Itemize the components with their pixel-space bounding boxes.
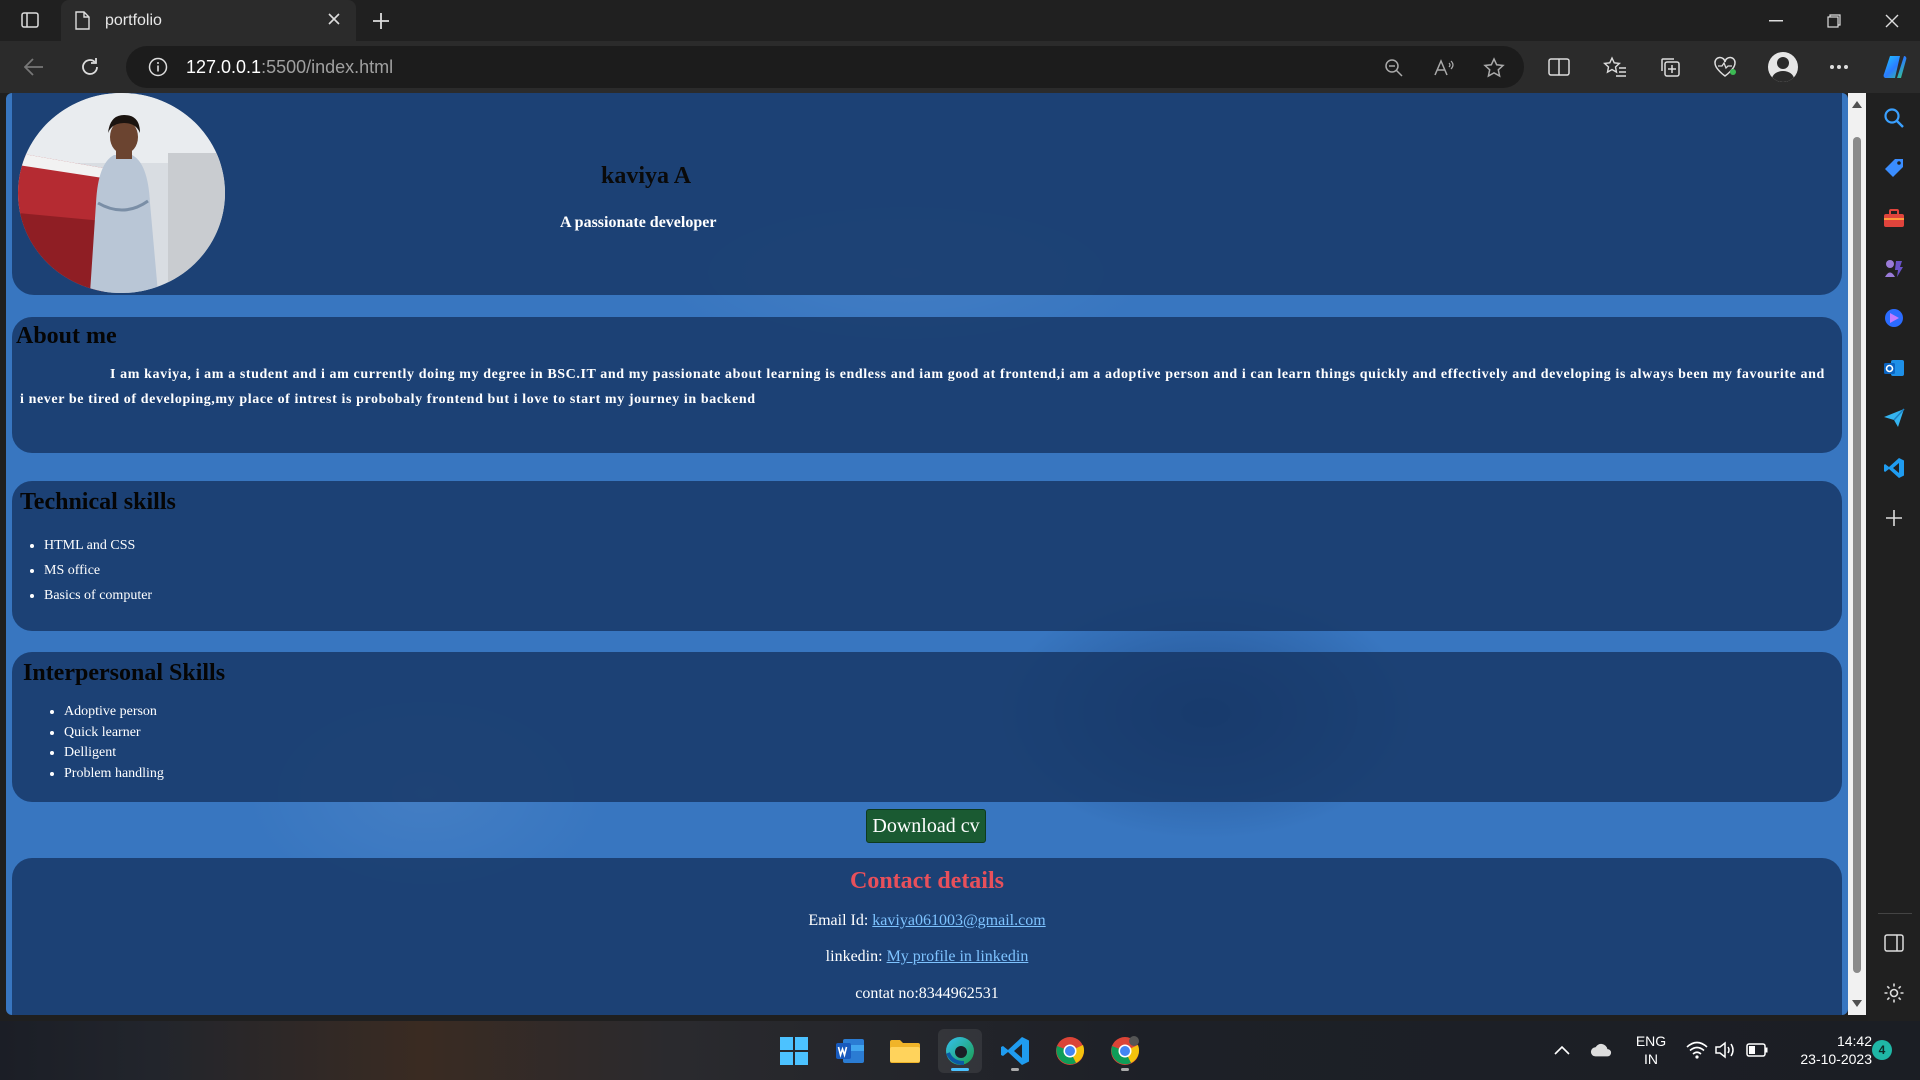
wifi-icon[interactable]: [1686, 1039, 1708, 1061]
skill-item: Problem handling: [64, 764, 164, 785]
url-path: :5500/index.html: [261, 57, 394, 77]
technical-skills-section: Technical skills HTML and CSS MS office …: [12, 481, 1842, 631]
header-section: kaviya A A passionate developer: [12, 93, 1842, 295]
phone-line: contat no:8344962531: [855, 985, 999, 1002]
linkedin-line: linkedin: My profile in linkedin: [12, 948, 1842, 966]
url-host: 127.0.0.1: [186, 57, 262, 77]
minimize-icon[interactable]: [1748, 0, 1804, 41]
page-icon: [74, 11, 90, 35]
skill-item: Quick learner: [64, 723, 164, 744]
technical-skills-title: Technical skills: [20, 489, 176, 515]
copilot-sidebar-icon[interactable]: [1881, 305, 1907, 331]
settings-gear-icon[interactable]: [1881, 980, 1907, 1006]
favorites-icon[interactable]: [1601, 53, 1629, 81]
interpersonal-skills-section: Interpersonal Skills Adoptive person Qui…: [12, 652, 1842, 802]
onedrive-cloud-icon[interactable]: [1590, 1039, 1612, 1061]
games-icon[interactable]: [1881, 255, 1907, 281]
sidebar-divider: [1878, 913, 1912, 914]
page-scrollbar[interactable]: [1848, 93, 1866, 1015]
contact-title: Contact details: [850, 868, 1004, 894]
language-code: ENG: [1635, 1033, 1667, 1049]
outlook-icon[interactable]: [1881, 355, 1907, 381]
profile-photo: [18, 93, 225, 293]
tools-icon[interactable]: [1881, 205, 1907, 231]
about-text: I am kaviya, i am a student and i am cur…: [20, 367, 1825, 407]
contact-section: Contact details Email Id: kaviya061003@g…: [12, 858, 1842, 1015]
collections-icon[interactable]: [1656, 53, 1684, 81]
hide-sidebar-icon[interactable]: [1881, 930, 1907, 956]
browser-tab[interactable]: portfolio: [61, 0, 356, 41]
scroll-down-icon[interactable]: [1852, 1000, 1862, 1007]
scroll-thumb[interactable]: [1853, 137, 1861, 973]
technical-skills-list: HTML and CSS MS office Basics of compute…: [44, 533, 152, 608]
vscode-sidebar-icon[interactable]: [1881, 455, 1907, 481]
tab-bar: portfolio: [0, 0, 1920, 41]
skill-item: Adoptive person: [64, 702, 164, 723]
profile-avatar[interactable]: [1768, 52, 1798, 82]
tab-actions-icon[interactable]: [14, 8, 46, 32]
interpersonal-skills-list: Adoptive person Quick learner Delligent …: [64, 702, 164, 784]
running-app-indicator: [1121, 1068, 1129, 1071]
email-label: Email Id:: [808, 912, 869, 929]
add-icon[interactable]: [1881, 505, 1907, 531]
skill-item: HTML and CSS: [44, 533, 152, 558]
email-link[interactable]: kaviya061003@gmail.com: [872, 912, 1045, 929]
windows-start-icon[interactable]: [772, 1029, 816, 1073]
battery-icon[interactable]: [1746, 1039, 1768, 1061]
profile-tagline: A passionate developer: [560, 214, 717, 231]
back-icon[interactable]: [20, 53, 48, 81]
address-bar[interactable]: 127.0.0.1:5500/index.html: [126, 46, 1524, 88]
linkedin-label: linkedin:: [825, 948, 883, 965]
clock-time: 14:42: [1836, 1033, 1872, 1049]
chrome-icon[interactable]: [1048, 1029, 1092, 1073]
file-explorer-icon[interactable]: [883, 1029, 927, 1073]
browser-toolbar: 127.0.0.1:5500/index.html: [0, 41, 1920, 93]
more-options-icon[interactable]: [1825, 53, 1853, 81]
search-icon[interactable]: [1881, 105, 1907, 131]
skill-item: Basics of computer: [44, 583, 152, 608]
region-code: IN: [1644, 1051, 1658, 1067]
new-tab-icon[interactable]: [368, 8, 394, 34]
page-viewport: kaviya A A passionate developer About me…: [6, 93, 1848, 1015]
notification-badge[interactable]: 4: [1872, 1040, 1892, 1060]
site-info-icon[interactable]: [148, 57, 168, 82]
edge-sidebar: [1868, 93, 1920, 1021]
about-section: About me I am kaviya, i am a student and…: [12, 317, 1842, 453]
chrome-profile-icon[interactable]: [1103, 1029, 1147, 1073]
refresh-icon[interactable]: [76, 53, 104, 81]
show-hidden-icons-icon[interactable]: [1551, 1039, 1573, 1061]
zoom-out-icon[interactable]: [1382, 56, 1406, 80]
scroll-up-icon[interactable]: [1852, 101, 1862, 108]
word-icon[interactable]: [828, 1029, 872, 1073]
shopping-tag-icon[interactable]: [1881, 155, 1907, 181]
clock[interactable]: 14:42 23-10-2023: [1776, 1032, 1872, 1068]
download-cv-button[interactable]: Download cv: [866, 809, 986, 843]
about-title: About me: [16, 323, 117, 349]
split-screen-icon[interactable]: [1545, 53, 1573, 81]
running-app-indicator: [1011, 1068, 1019, 1071]
skill-item: MS office: [44, 558, 152, 583]
tab-title: portfolio: [105, 12, 162, 29]
vscode-icon[interactable]: [993, 1029, 1037, 1073]
url-text[interactable]: 127.0.0.1:5500/index.html: [186, 57, 393, 78]
copilot-icon[interactable]: [1880, 50, 1914, 84]
active-app-indicator: [951, 1068, 969, 1071]
windows-taskbar: ENG IN 14:42 23-10-2023: [0, 1021, 1920, 1080]
linkedin-link[interactable]: My profile in linkedin: [887, 948, 1029, 965]
favorite-star-icon[interactable]: [1482, 56, 1506, 80]
clock-date: 23-10-2023: [1800, 1051, 1872, 1067]
skill-item: Delligent: [64, 743, 164, 764]
profile-name: kaviya A: [601, 163, 692, 189]
interpersonal-skills-title: Interpersonal Skills: [23, 660, 226, 686]
browser-essentials-icon[interactable]: [1711, 53, 1739, 81]
email-line: Email Id: kaviya061003@gmail.com: [12, 912, 1842, 930]
read-aloud-icon[interactable]: [1432, 56, 1456, 80]
close-window-icon[interactable]: [1864, 0, 1920, 41]
restore-icon[interactable]: [1806, 0, 1862, 41]
language-indicator[interactable]: ENG IN: [1628, 1032, 1674, 1068]
volume-icon[interactable]: [1714, 1039, 1736, 1061]
edge-icon[interactable]: [938, 1029, 982, 1073]
send-icon[interactable]: [1881, 405, 1907, 431]
close-tab-icon[interactable]: [326, 11, 342, 32]
